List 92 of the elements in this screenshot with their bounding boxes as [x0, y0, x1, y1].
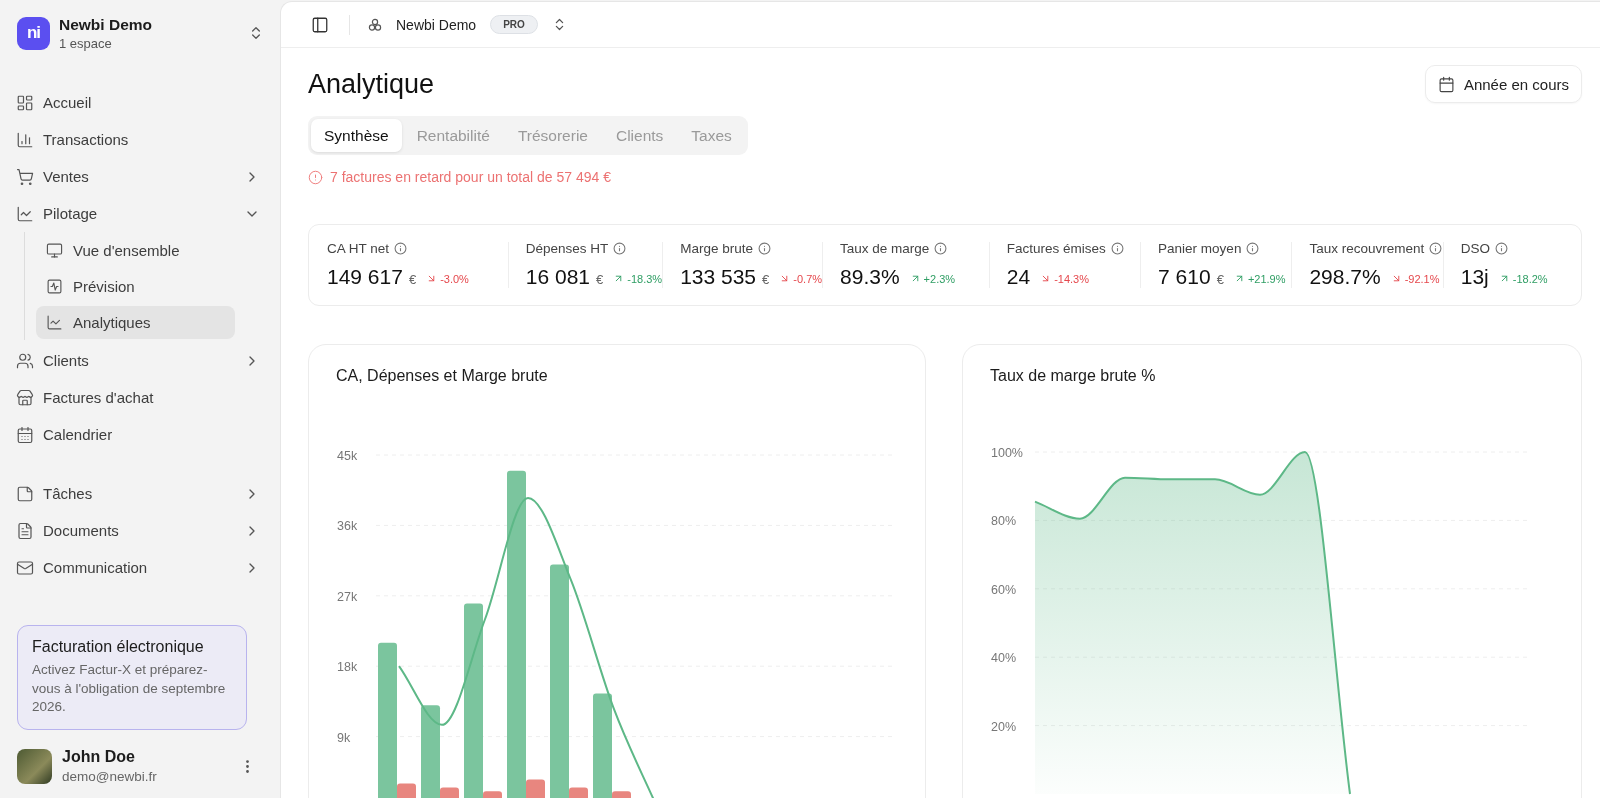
kpi-value: 13j — [1460, 265, 1489, 289]
nav-icon — [16, 425, 34, 444]
kpi-unit: € — [596, 272, 604, 287]
kpi-label: Taux de marge — [840, 241, 930, 256]
calendar-icon — [1437, 75, 1455, 93]
workspace-logo: ni — [17, 16, 50, 50]
nav-icon — [46, 277, 63, 295]
workspace-name: Newbi Demo — [59, 15, 153, 34]
axis-tick-label: 80% — [991, 514, 1017, 529]
info-icon[interactable] — [757, 242, 771, 255]
kpi-change: -18.2% — [1498, 272, 1548, 285]
kpi-change: -0.7% — [779, 272, 823, 285]
period-button[interactable]: Année en cours — [1424, 65, 1582, 103]
sidebar-item[interactable]: Accueil — [16, 84, 264, 121]
nav-icon — [16, 388, 34, 407]
info-icon[interactable] — [934, 242, 948, 255]
axis-tick-label: 36k — [337, 519, 358, 534]
nav-icon — [16, 167, 34, 186]
promo-text: Activez Factur-X et préparez-vous à l'obligation de septembre 2026. — [32, 661, 227, 716]
sidebar-item[interactable]: Ventes — [16, 158, 264, 195]
kpi-value: 89.3% — [840, 265, 900, 289]
kpi-change: -18.3% — [613, 272, 663, 285]
sidebar-item[interactable]: Communication — [16, 549, 264, 586]
axis-tick-label: 27k — [337, 589, 358, 604]
axis-tick-label: 9k — [337, 730, 351, 745]
kpi-change: +21.9% — [1233, 272, 1286, 285]
avatar-photo-placeholder — [17, 748, 52, 784]
kpi-value: 7 610 — [1158, 265, 1211, 289]
sidebar-item[interactable]: Factures d'achat — [16, 379, 264, 416]
kpi-unit: € — [762, 272, 770, 287]
nav-icon — [16, 130, 34, 149]
kpi-label: Panier moyen — [1158, 241, 1242, 256]
info-icon[interactable] — [613, 242, 627, 255]
sidebar-subitem[interactable]: Vue d'ensemble — [36, 233, 235, 267]
axis-tick-label: 18k — [337, 660, 358, 675]
workspace-subtitle: 1 espace — [59, 35, 113, 51]
kpi-change: -14.3% — [1040, 272, 1089, 285]
kpi-change: +2.3% — [909, 272, 956, 285]
plan-badge: PRO — [490, 15, 538, 34]
user-email: demo@newbi.fr — [62, 769, 158, 784]
page-title: Analytique — [308, 68, 435, 100]
alert-icon — [308, 169, 323, 185]
sidebar-item[interactable]: Transactions — [16, 121, 264, 158]
nav-icon — [16, 93, 34, 112]
kpi-value: 133 535 — [680, 265, 757, 289]
kpi-label: Factures émises — [1006, 241, 1106, 256]
nav-icon — [16, 521, 34, 540]
kpi-change: -3.0% — [426, 272, 469, 285]
workspace-icon — [368, 17, 382, 32]
chart-title: CA, Dépenses et Marge brute — [336, 367, 549, 386]
axis-tick-label: 40% — [991, 651, 1017, 666]
alert-text: 7 factures en retard pour un total de 57 494 € — [330, 169, 611, 185]
sidebar-item[interactable]: Documents — [16, 512, 264, 549]
kpi-label: CA HT net — [327, 241, 390, 256]
kpi-unit: € — [1216, 272, 1224, 287]
chart-title: Taux de marge brute % — [990, 367, 1157, 386]
user-name: John Doe — [62, 748, 136, 766]
nav-icon — [16, 484, 34, 503]
nav-icon — [16, 351, 34, 370]
kpi-value: 298.7% — [1309, 265, 1381, 289]
tab[interactable]: Synthèse — [311, 119, 402, 152]
sidebar-item[interactable]: Tâches — [16, 475, 264, 512]
sidebar-item[interactable]: Calendrier — [16, 416, 264, 453]
info-icon[interactable] — [1495, 242, 1508, 255]
info-icon[interactable] — [1110, 242, 1124, 255]
kpi-label: Dépenses HT — [525, 241, 609, 256]
axis-tick-label: 20% — [991, 719, 1017, 734]
kpi-label: Marge brute — [680, 241, 753, 256]
kpi-label: DSO — [1460, 241, 1490, 256]
axis-tick-label: 100% — [991, 446, 1023, 460]
kpi-value: 24 — [1006, 265, 1031, 289]
promo-title: Facturation électronique — [32, 638, 205, 657]
sidebar-item[interactable]: Clients — [16, 342, 264, 379]
sidebar-subitem[interactable]: Analytiques — [36, 305, 235, 339]
nav-icon — [16, 558, 34, 577]
kpi-value: 149 617 — [327, 265, 403, 289]
nav-icon — [46, 313, 63, 331]
kpi-unit: € — [408, 272, 417, 287]
info-icon[interactable] — [1246, 242, 1260, 255]
nav-icon — [46, 241, 63, 259]
kpi-label: Taux recouvrement — [1309, 241, 1425, 256]
axis-tick-label: 45k — [337, 449, 358, 463]
sidebar-item[interactable]: Pilotage — [16, 195, 264, 232]
nav-icon — [16, 204, 34, 223]
kpi-value: 16 081 — [525, 265, 591, 289]
info-icon[interactable] — [1429, 242, 1443, 255]
axis-tick-label: 60% — [991, 582, 1017, 597]
promo-card[interactable]: Facturation électronique Activez Factur-X et préparez-vous à l'obligation de septembre 2026. — [17, 625, 247, 730]
workspace-name[interactable]: Newbi Demo — [396, 16, 477, 33]
kpi-change: -92.1% — [1390, 272, 1440, 285]
sidebar-subitem[interactable]: Prévision — [36, 269, 235, 303]
info-icon[interactable] — [394, 242, 408, 255]
